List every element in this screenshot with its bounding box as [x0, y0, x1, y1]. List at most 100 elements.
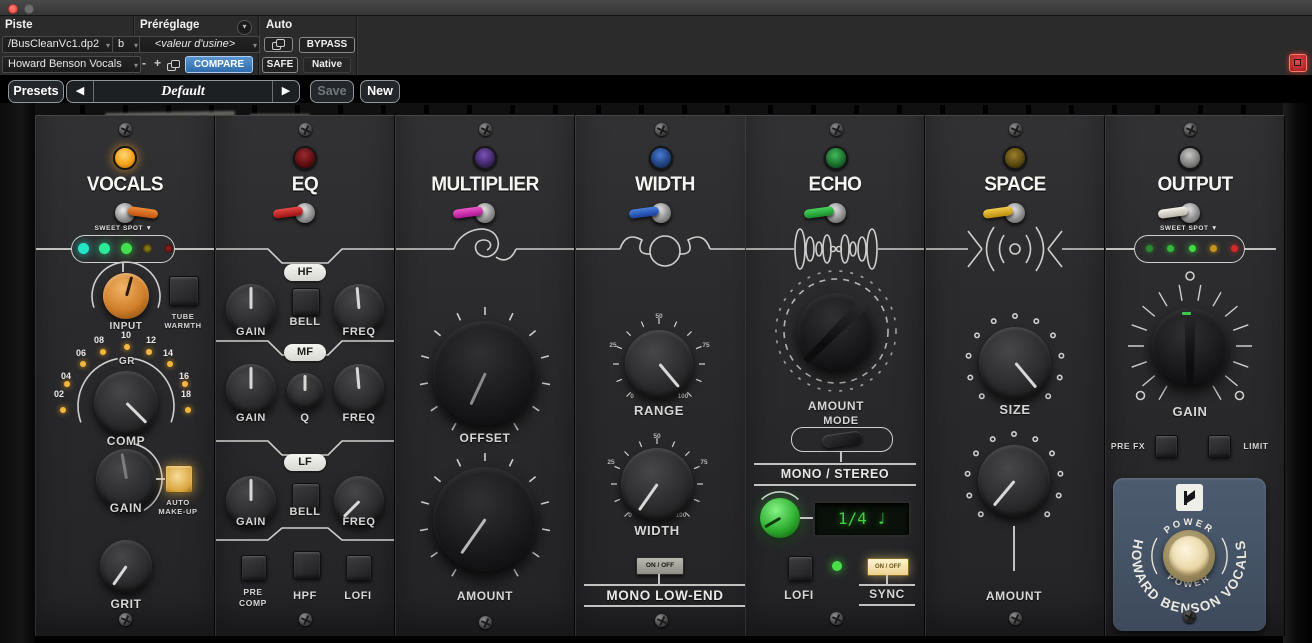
grit-knob[interactable]	[100, 540, 152, 592]
auto-enable-button[interactable]	[264, 37, 293, 52]
screw-icon	[1009, 612, 1022, 625]
input-knob[interactable]	[103, 273, 149, 319]
knob-pointer	[992, 480, 1015, 506]
echo-lofi-button[interactable]	[788, 556, 813, 581]
pre-comp-button[interactable]	[241, 555, 267, 581]
preset-next-button[interactable]: +	[154, 56, 161, 70]
sweet-spot-led	[1146, 245, 1153, 252]
auto-makeup-button[interactable]	[165, 465, 193, 493]
output-selector[interactable]: b▾	[112, 36, 141, 53]
size-knob[interactable]	[979, 327, 1051, 399]
knob-pointer	[356, 367, 360, 389]
gr-scale: 12	[142, 335, 160, 345]
echo-rate-knob[interactable]	[760, 498, 800, 538]
range-scale: 75	[697, 342, 715, 349]
output-lamp-icon	[1178, 146, 1202, 170]
automation-icon	[272, 39, 285, 50]
pre-comp-label: PRE COMP	[223, 587, 283, 608]
knob-pointer	[125, 276, 133, 296]
width-knob-label: WIDTH	[617, 523, 697, 538]
gr-scale: 08	[90, 335, 108, 345]
sweet-spot-led	[78, 243, 89, 254]
eq-lofi-button[interactable]	[346, 555, 372, 581]
librarian-icon[interactable]	[167, 60, 180, 71]
presets-button[interactable]: Presets	[8, 80, 64, 103]
sweet-spot-led	[1231, 245, 1238, 252]
preset-selector-value: <valeur d'usine>	[155, 38, 235, 50]
save-button[interactable]: Save	[310, 80, 354, 103]
knob-pointer	[764, 517, 781, 528]
connector-line	[886, 574, 888, 584]
compare-button[interactable]: COMPARE	[185, 56, 253, 73]
mf-gain-knob[interactable]	[226, 364, 276, 414]
close-window-icon[interactable]	[8, 4, 18, 14]
makeup-gain-knob[interactable]	[96, 449, 156, 509]
target-button[interactable]	[1289, 54, 1307, 72]
screw-icon	[299, 123, 312, 136]
echo-sync-button[interactable]: ON / OFF	[867, 558, 909, 576]
preset-prev-arrow[interactable]: ◀	[67, 81, 94, 102]
preset-column-label: Préréglage	[140, 19, 199, 31]
limit-button[interactable]	[1208, 435, 1231, 458]
mono-low-end-button[interactable]: ON / OFF	[636, 557, 684, 575]
mf-freq-knob[interactable]	[334, 364, 384, 414]
eq-divider	[216, 524, 394, 550]
comp-knob[interactable]	[94, 371, 158, 435]
mf-gain-label: GAIN	[221, 412, 281, 424]
preset-selector[interactable]: <valeur d'usine>▾	[139, 36, 260, 53]
tube-warmth-label: TUBE WARMTH	[153, 312, 213, 331]
plugin-selector[interactable]: Howard Benson Vocals▾	[2, 56, 141, 73]
echo-mode-label: MODE	[801, 415, 881, 427]
range-knob[interactable]	[625, 330, 693, 398]
multiplier-amount-label: AMOUNT	[445, 589, 525, 603]
offset-knob[interactable]	[433, 321, 537, 425]
divider-line	[584, 605, 746, 607]
screw-icon	[479, 123, 492, 136]
divider-line	[1244, 248, 1276, 250]
knob-pointer	[342, 500, 359, 517]
knob-pointer	[304, 375, 307, 391]
hpf-button[interactable]	[293, 551, 321, 579]
multiplier-divider-spiral	[396, 219, 574, 279]
native-button[interactable]: Native	[303, 57, 351, 73]
auto-column-label: Auto	[266, 19, 292, 31]
tube-warmth-button[interactable]	[169, 276, 199, 306]
mf-band-label: MF	[284, 344, 326, 361]
preset-next-arrow[interactable]: ▶	[272, 81, 299, 102]
space-amount-label: AMOUNT	[974, 589, 1054, 603]
limit-label: LIMIT	[1234, 441, 1278, 451]
knob-pointer	[658, 363, 680, 388]
mf-freq-label: FREQ	[329, 412, 389, 424]
track-selector[interactable]: /BusCleanVc1.dp2▾	[2, 36, 113, 53]
space-amount-knob[interactable]	[978, 445, 1050, 517]
knob-pointer	[460, 518, 486, 554]
preset-menu-icon[interactable]: ▾	[237, 20, 252, 35]
power-button[interactable]	[1169, 536, 1209, 576]
echo-mode-handle[interactable]	[821, 430, 862, 448]
multiplier-amount-knob[interactable]	[433, 467, 537, 571]
range-scale: 50	[650, 313, 668, 320]
new-button[interactable]: New	[360, 80, 400, 103]
safe-button[interactable]: SAFE	[262, 57, 298, 73]
current-preset-name[interactable]: Default	[94, 81, 272, 102]
dropdown-arrow-icon: ▾	[134, 38, 138, 53]
gr-scale: 10	[117, 330, 135, 340]
bypass-button[interactable]: BYPASS	[299, 37, 355, 53]
pre-fx-button[interactable]	[1155, 435, 1178, 458]
module-echo: ECHO AMOUNT MODE MONO / STEREO 1/4 ♩	[745, 115, 925, 636]
hf-bell-button[interactable]	[292, 288, 320, 316]
sweet-spot-label: SWEET SPOT ▼	[1133, 225, 1245, 232]
width-knob[interactable]	[621, 448, 693, 520]
range-label: RANGE	[619, 403, 699, 418]
module-title: SPACE	[926, 173, 1104, 197]
module-width: WIDTH 0 25 50 75 100 RANGE 0 25 50 75 10…	[575, 115, 755, 636]
sweet-spot-led	[1210, 245, 1217, 252]
module-title: WIDTH	[576, 173, 754, 197]
knob-pointer	[112, 565, 128, 585]
minimize-window-icon[interactable]	[24, 4, 34, 14]
mf-q-knob[interactable]	[287, 373, 323, 409]
preset-prev-button[interactable]: -	[142, 56, 146, 70]
grit-label: GRIT	[86, 597, 166, 611]
echo-mode-slider[interactable]	[791, 427, 893, 452]
echo-rate-display[interactable]: 1/4 ♩	[813, 501, 911, 537]
